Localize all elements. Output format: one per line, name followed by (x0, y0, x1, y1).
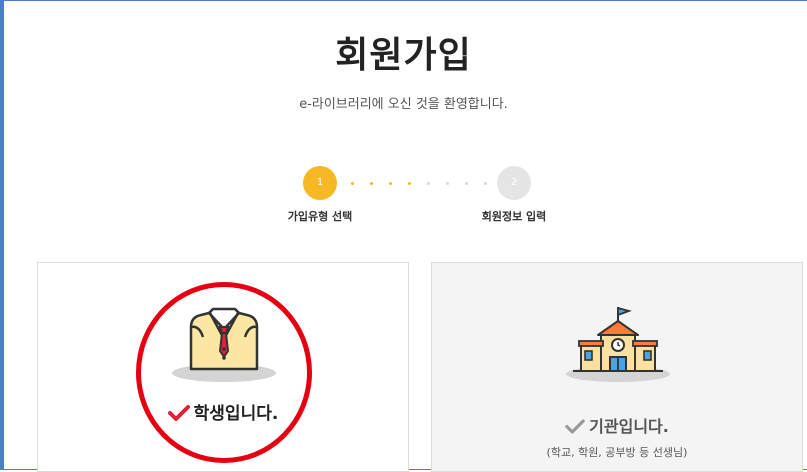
check-icon (167, 405, 190, 421)
student-type-card[interactable]: 학생입니다. (37, 262, 409, 472)
progress-dot (484, 182, 487, 185)
page-title: 회원가입 (335, 35, 472, 76)
progress-dot (370, 182, 373, 185)
progress-dot (427, 182, 430, 185)
progress-dot (389, 182, 392, 185)
institution-card-sublabel: (학교, 학원, 공부방 등 선생님) (546, 446, 688, 459)
institution-card-label: 기관입니다. (432, 413, 802, 437)
student-vest-icon (172, 307, 276, 382)
progress-dot (446, 182, 449, 185)
progress-dot (465, 182, 468, 185)
institution-label-text: 기관입니다. (589, 417, 669, 436)
progress-dot (408, 182, 411, 185)
institution-type-card[interactable]: 기관입니다. (학교, 학원, 공부방 등 선생님) (431, 262, 803, 472)
student-label-text: 학생입니다. (193, 404, 279, 424)
student-card-label: 학생입니다. (38, 399, 408, 424)
check-icon (565, 419, 585, 434)
step-2-label: 회원정보 입력 (481, 210, 547, 223)
progress-dot (351, 182, 354, 185)
page-subtitle: e-라이브러리에 오신 것을 환영합니다. (299, 97, 508, 112)
step-1-indicator: 1 (303, 166, 337, 200)
school-building-icon (566, 306, 670, 382)
step-2-indicator: 2 (497, 166, 531, 200)
step-1-label: 가입유형 선택 (287, 210, 353, 223)
